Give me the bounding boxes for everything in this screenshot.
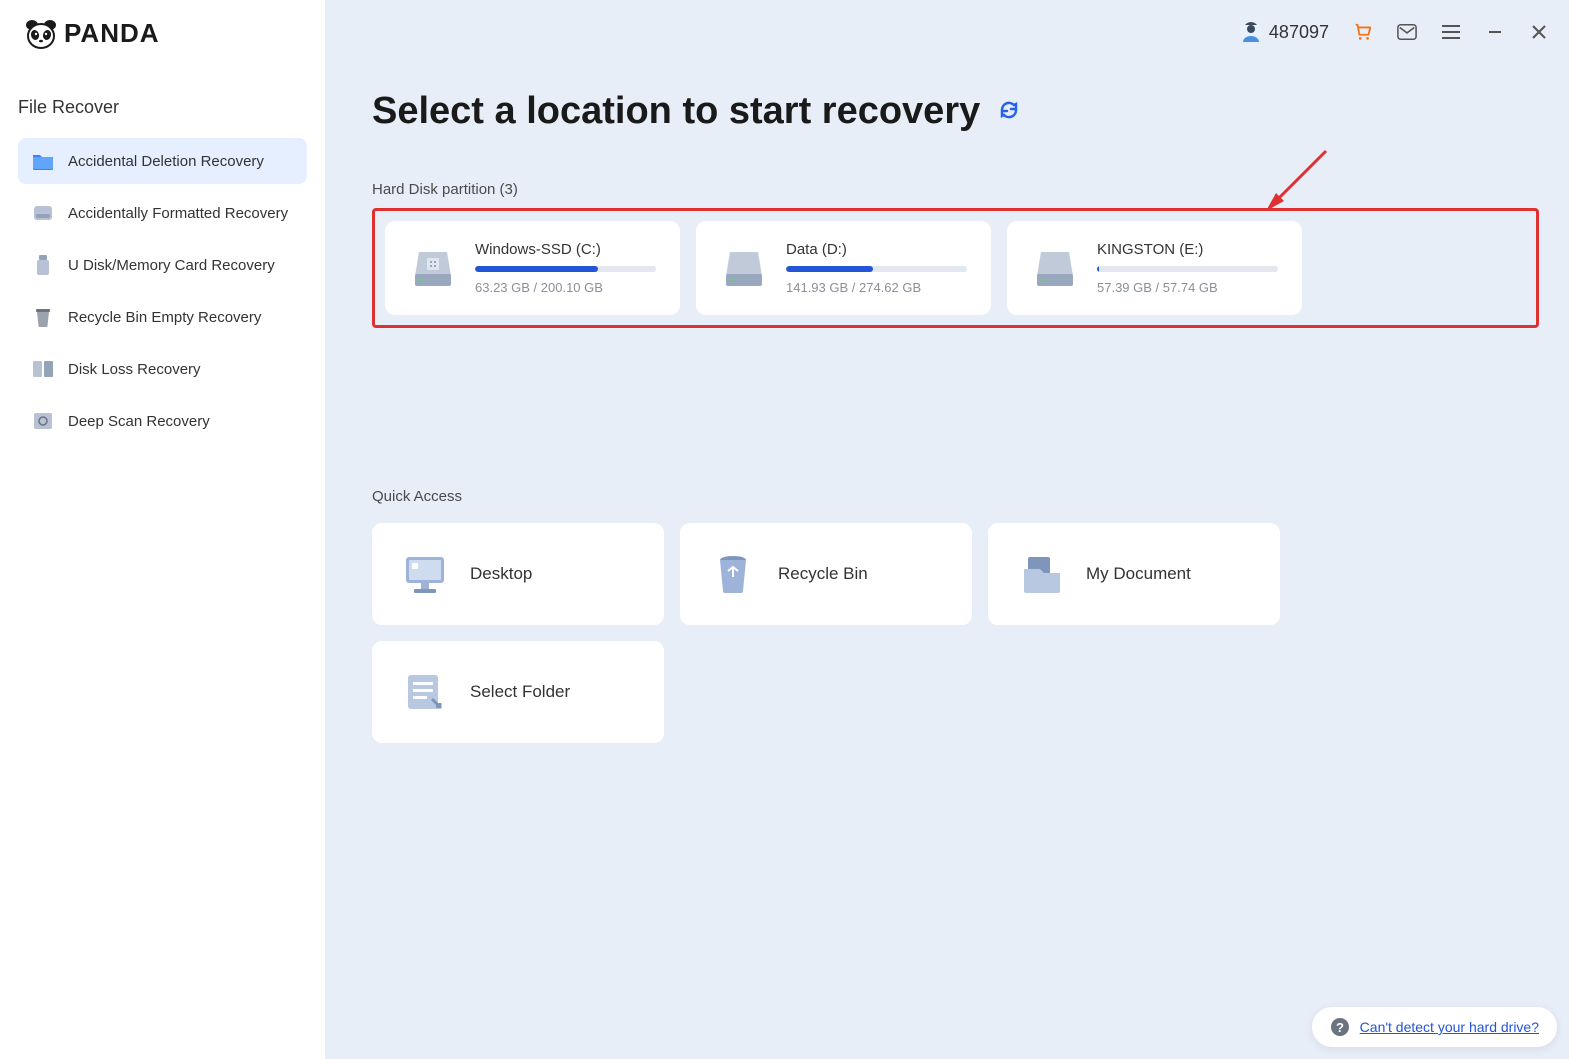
svg-text:?: ? bbox=[1336, 1020, 1344, 1035]
partition-card-c[interactable]: Windows-SSD (C:) 63.23 GB / 200.10 GB bbox=[385, 221, 680, 315]
user-account[interactable]: 487097 bbox=[1239, 20, 1329, 44]
partition-header: Hard Disk partition (3) bbox=[372, 181, 1539, 198]
partition-info: Data (D:) 141.93 GB / 274.62 GB bbox=[786, 241, 967, 295]
user-id-text: 487097 bbox=[1269, 22, 1329, 43]
refresh-icon[interactable] bbox=[996, 90, 1022, 133]
help-icon: ? bbox=[1330, 1017, 1350, 1037]
quick-label: My Document bbox=[1086, 564, 1191, 584]
partition-name: KINGSTON (E:) bbox=[1097, 241, 1278, 258]
page-title-text: Select a location to start recovery bbox=[372, 90, 980, 133]
document-folder-icon bbox=[1018, 551, 1064, 597]
close-icon[interactable] bbox=[1529, 22, 1549, 42]
hdd-icon bbox=[720, 244, 768, 292]
nav-item-accidental-deletion[interactable]: Accidental Deletion Recovery bbox=[18, 138, 307, 184]
help-link-text: Can't detect your hard drive? bbox=[1360, 1019, 1539, 1035]
quick-access-title: Quick Access bbox=[372, 488, 1539, 505]
main-content: Select a location to start recovery Hard… bbox=[372, 90, 1539, 743]
trash-icon bbox=[32, 306, 54, 328]
topbar: 487097 bbox=[1239, 20, 1549, 44]
quick-label: Select Folder bbox=[470, 682, 570, 702]
page-title: Select a location to start recovery bbox=[372, 90, 1539, 133]
partition-info: Windows-SSD (C:) 63.23 GB / 200.10 GB bbox=[475, 241, 656, 295]
quick-card-desktop[interactable]: Desktop bbox=[372, 523, 664, 625]
panda-icon bbox=[24, 19, 58, 49]
minimize-icon[interactable] bbox=[1485, 22, 1505, 42]
nav-item-usb[interactable]: U Disk/Memory Card Recovery bbox=[18, 242, 307, 288]
nav-label: Recycle Bin Empty Recovery bbox=[68, 309, 261, 326]
folder-icon bbox=[32, 150, 54, 172]
partition-row: Windows-SSD (C:) 63.23 GB / 200.10 GB Da… bbox=[385, 221, 1526, 315]
partition-card-e[interactable]: KINGSTON (E:) 57.39 GB / 57.74 GB bbox=[1007, 221, 1302, 315]
help-pill[interactable]: ? Can't detect your hard drive? bbox=[1312, 1007, 1557, 1047]
app-logo: PANDA bbox=[0, 18, 325, 49]
nav-list: Accidental Deletion Recovery Accidentall… bbox=[0, 138, 325, 444]
nav-item-formatted[interactable]: Accidentally Formatted Recovery bbox=[18, 190, 307, 236]
partition-name: Data (D:) bbox=[786, 241, 967, 258]
quick-label: Desktop bbox=[470, 564, 532, 584]
partition-card-d[interactable]: Data (D:) 141.93 GB / 274.62 GB bbox=[696, 221, 991, 315]
usage-bar bbox=[786, 266, 967, 272]
quick-access-grid: Desktop Recycle Bin My Document Select F… bbox=[372, 523, 1539, 743]
menu-icon[interactable] bbox=[1441, 22, 1461, 42]
select-folder-icon bbox=[402, 669, 448, 715]
mail-icon[interactable] bbox=[1397, 22, 1417, 42]
recyclebin-icon bbox=[710, 551, 756, 597]
hdd-icon bbox=[1031, 244, 1079, 292]
avatar-icon bbox=[1239, 20, 1263, 44]
scan-icon bbox=[32, 410, 54, 432]
hdd-icon bbox=[409, 244, 457, 292]
nav-label: Accidentally Formatted Recovery bbox=[68, 205, 288, 222]
quick-label: Recycle Bin bbox=[778, 564, 868, 584]
quick-card-mydocument[interactable]: My Document bbox=[988, 523, 1280, 625]
nav-label: Accidental Deletion Recovery bbox=[68, 153, 264, 170]
usage-bar bbox=[1097, 266, 1278, 272]
nav-item-deepscan[interactable]: Deep Scan Recovery bbox=[18, 398, 307, 444]
partition-size: 141.93 GB / 274.62 GB bbox=[786, 280, 967, 295]
partition-size: 57.39 GB / 57.74 GB bbox=[1097, 280, 1278, 295]
highlight-annotation: Windows-SSD (C:) 63.23 GB / 200.10 GB Da… bbox=[372, 208, 1539, 328]
nav-item-diskloss[interactable]: Disk Loss Recovery bbox=[18, 346, 307, 392]
usage-fill bbox=[475, 266, 598, 272]
nav-label: Deep Scan Recovery bbox=[68, 413, 210, 430]
arrow-annotation-icon bbox=[1256, 141, 1336, 221]
book-icon bbox=[32, 358, 54, 380]
nav-item-recyclebin[interactable]: Recycle Bin Empty Recovery bbox=[18, 294, 307, 340]
usb-icon bbox=[32, 254, 54, 276]
usage-fill bbox=[786, 266, 873, 272]
nav-label: Disk Loss Recovery bbox=[68, 361, 201, 378]
partition-name: Windows-SSD (C:) bbox=[475, 241, 656, 258]
partition-info: KINGSTON (E:) 57.39 GB / 57.74 GB bbox=[1097, 241, 1278, 295]
usage-fill bbox=[1097, 266, 1099, 272]
drive-icon bbox=[32, 202, 54, 224]
usage-bar bbox=[475, 266, 656, 272]
desktop-icon bbox=[402, 551, 448, 597]
sidebar: PANDA File Recover Accidental Deletion R… bbox=[0, 0, 325, 1059]
nav-label: U Disk/Memory Card Recovery bbox=[68, 257, 275, 274]
quick-card-recyclebin[interactable]: Recycle Bin bbox=[680, 523, 972, 625]
app-name: PANDA bbox=[64, 18, 160, 49]
sidebar-title: File Recover bbox=[0, 97, 325, 118]
quick-card-selectfolder[interactable]: Select Folder bbox=[372, 641, 664, 743]
partition-size: 63.23 GB / 200.10 GB bbox=[475, 280, 656, 295]
cart-icon[interactable] bbox=[1353, 22, 1373, 42]
